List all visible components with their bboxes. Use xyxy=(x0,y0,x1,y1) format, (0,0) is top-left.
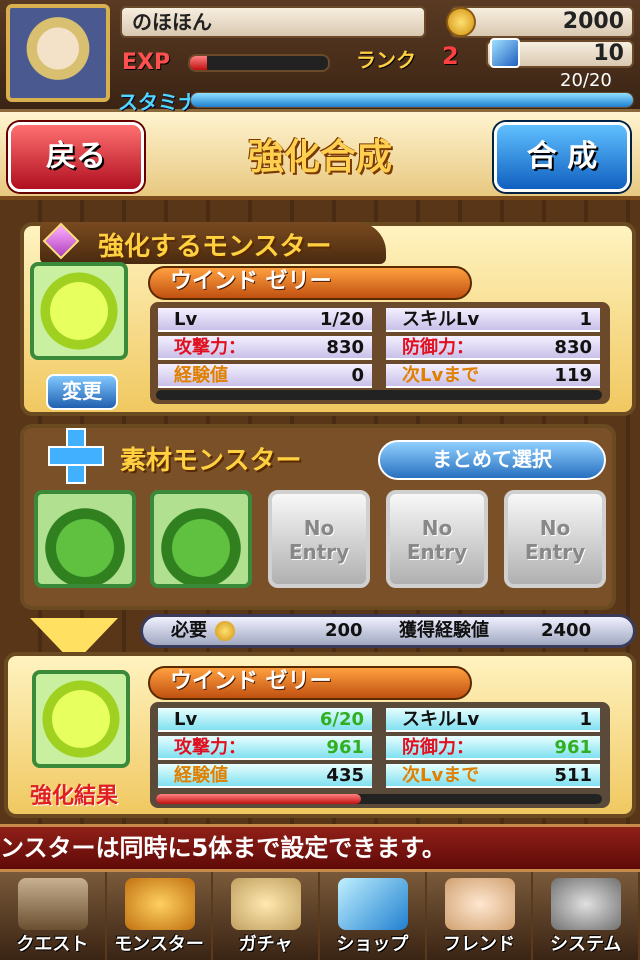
stat-label: 攻撃力： xyxy=(174,737,246,758)
system-icon xyxy=(551,878,622,930)
nav-gacha[interactable]: ガチャ xyxy=(213,872,321,960)
result-label: 強化結果 xyxy=(30,784,119,809)
gacha-icon xyxy=(231,878,302,930)
material-slot-5[interactable]: No Entry xyxy=(504,490,606,588)
materials-title: 素材モンスター xyxy=(120,446,302,476)
result-exp-bar-fill xyxy=(156,794,362,804)
stat-value: 6/20 xyxy=(319,709,364,730)
base-exp-bar xyxy=(156,390,602,400)
nav-label: フレンド xyxy=(443,934,516,955)
nav-quest[interactable]: クエスト xyxy=(0,872,107,960)
stat-label: 経験値 xyxy=(174,765,228,786)
base-monster-stats: Lv 1/20 攻撃力： 830 経験値 0 スキルLv 1 防御力： 830 次Lvまで… xyxy=(150,302,610,404)
stat-row-skill: スキルLv 1 xyxy=(386,308,600,332)
base-monster-name: ウインド ゼリー xyxy=(148,266,472,300)
result-monster-portrait xyxy=(32,670,130,768)
stat-row-defense: 防御力： 961 xyxy=(386,736,600,760)
base-monster-title: 強化するモンスター xyxy=(98,232,332,262)
stat-row-defense: 防御力： 830 xyxy=(386,336,600,360)
stat-value: 511 xyxy=(554,765,592,786)
synthesize-button[interactable]: 合 成 xyxy=(494,122,630,192)
stat-row-exp: 経験値 0 xyxy=(158,364,372,388)
result-stats: Lv 6/20 攻撃力： 961 経験値 435 スキルLv 1 防御力： 961 次Lv… xyxy=(150,702,610,808)
coin-count: 2000 xyxy=(450,6,634,38)
stat-row-attack: 攻撃力： 830 xyxy=(158,336,372,360)
player-avatar[interactable] xyxy=(6,4,110,102)
friend-icon xyxy=(444,878,515,930)
coin-icon xyxy=(446,7,476,37)
stat-label: 防御力： xyxy=(402,337,474,358)
stat-label: Lv xyxy=(174,309,198,330)
stamina-label: スタミナ xyxy=(118,90,198,114)
stat-label: 防御力： xyxy=(402,737,474,758)
info-ticker: ンスターは同時に5体まで設定できます。 xyxy=(0,824,640,872)
monster-icon xyxy=(124,878,195,930)
player-name: のほほん xyxy=(120,6,426,38)
stat-value: 830 xyxy=(554,337,592,358)
gain-label: 獲得経験値 xyxy=(399,620,489,641)
stat-label: 経験値 xyxy=(174,365,228,386)
gain-value: 2400 xyxy=(541,620,592,641)
stat-label: Lv xyxy=(174,709,198,730)
stat-row-next: 次Lvまで 119 xyxy=(386,364,600,388)
stamina-bar xyxy=(190,92,634,108)
exp-label: EXP xyxy=(122,50,171,75)
material-slot-2[interactable] xyxy=(150,490,252,588)
stat-row-attack: 攻撃力： 961 xyxy=(158,736,372,760)
shop-icon xyxy=(338,878,409,930)
material-slot-1[interactable] xyxy=(34,490,136,588)
stone-icon xyxy=(490,38,520,68)
bottom-nav: クエスト モンスター ガチャ ショップ フレンド システム xyxy=(0,872,640,960)
stat-value: 830 xyxy=(326,337,364,358)
stat-value: 119 xyxy=(554,365,592,386)
coin-icon xyxy=(215,621,235,641)
nav-monster[interactable]: モンスター xyxy=(106,872,214,960)
stat-value: 1 xyxy=(579,309,592,330)
back-button[interactable]: 戻る xyxy=(8,122,144,192)
stat-label: 次Lvまで xyxy=(402,765,480,786)
stat-value: 961 xyxy=(326,737,364,758)
cost-value: 200 xyxy=(325,620,363,641)
nav-label: モンスター xyxy=(114,934,204,955)
stat-value: 1 xyxy=(579,709,592,730)
rank-label: ランク xyxy=(356,48,416,72)
select-all-button[interactable]: まとめて選択 xyxy=(378,440,606,480)
stamina-bar-fill xyxy=(191,93,633,107)
nav-friend[interactable]: フレンド xyxy=(426,872,534,960)
nav-shop[interactable]: ショップ xyxy=(320,872,427,960)
exp-bar-fill xyxy=(190,56,207,70)
material-slot-3[interactable]: No Entry xyxy=(268,490,370,588)
stat-row-lv: Lv 6/20 xyxy=(158,708,372,732)
stat-label: 攻撃力： xyxy=(174,337,246,358)
result-exp-bar xyxy=(156,794,602,804)
stat-label: スキルLv xyxy=(402,709,480,730)
stat-label: スキルLv xyxy=(402,309,480,330)
result-monster-name: ウインド ゼリー xyxy=(148,666,472,700)
stat-value: 961 xyxy=(554,737,592,758)
cost-label: 必要 xyxy=(171,620,207,641)
material-slot-4[interactable]: No Entry xyxy=(386,490,488,588)
quest-icon xyxy=(18,878,88,930)
stat-value: 435 xyxy=(326,765,364,786)
base-monster-portrait[interactable] xyxy=(30,262,128,360)
nav-label: クエスト xyxy=(16,934,89,955)
stat-value: 0 xyxy=(351,365,364,386)
stat-row-exp: 経験値 435 xyxy=(158,764,372,788)
exp-bar xyxy=(188,54,330,72)
nav-label: システム xyxy=(549,934,622,955)
stat-row-skill: スキルLv 1 xyxy=(386,708,600,732)
nav-label: ショップ xyxy=(336,934,409,955)
stat-row-lv: Lv 1/20 xyxy=(158,308,372,332)
nav-label: ガチャ xyxy=(238,934,293,955)
nav-system[interactable]: システム xyxy=(533,872,640,960)
plus-icon xyxy=(44,424,104,484)
stamina-count: 20/20 xyxy=(560,70,612,91)
stat-label: 次Lvまで xyxy=(402,365,480,386)
rank-value: 2 xyxy=(442,42,459,70)
cost-bar: 必要 200 獲得経験値 2400 xyxy=(140,614,636,648)
stat-value: 1/20 xyxy=(319,309,364,330)
stat-row-next: 次Lvまで 511 xyxy=(386,764,600,788)
change-button[interactable]: 変更 xyxy=(46,374,118,410)
